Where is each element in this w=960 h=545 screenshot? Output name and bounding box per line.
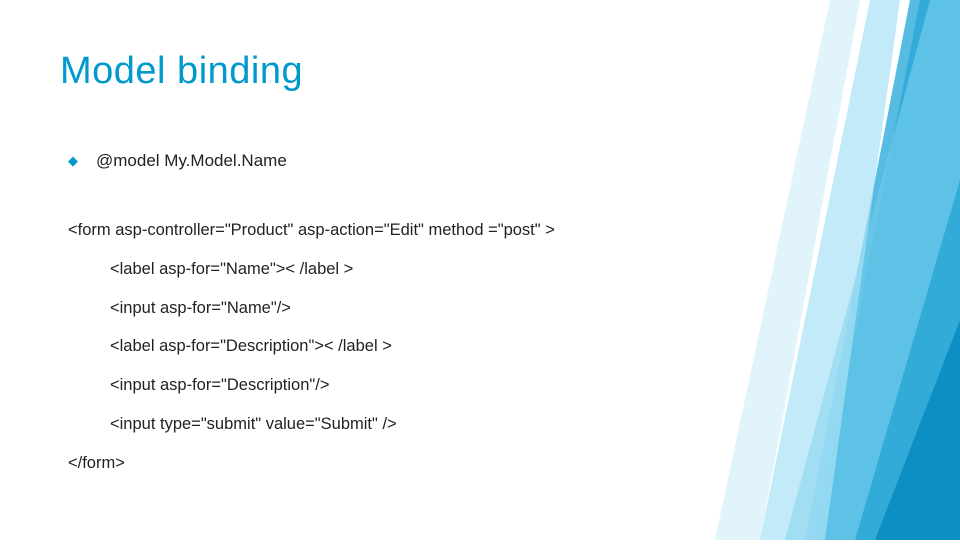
bullet-item: ◆ @model My.Model.Name xyxy=(68,151,900,171)
slide-content: Model binding ◆ @model My.Model.Name <fo… xyxy=(0,0,960,522)
code-line-label-name: <label asp-for="Name">< /label > xyxy=(110,250,900,289)
diamond-bullet-icon: ◆ xyxy=(68,153,78,169)
code-line-form-close: </form> xyxy=(68,444,900,483)
code-block: <form asp-controller="Product" asp-actio… xyxy=(68,211,900,482)
slide-title: Model binding xyxy=(60,50,900,93)
code-line-form-open: <form asp-controller="Product" asp-actio… xyxy=(68,211,900,250)
bullet-text: @model My.Model.Name xyxy=(96,151,287,171)
code-line-input-submit: <input type="submit" value="Submit" /> xyxy=(110,405,900,444)
code-line-input-description: <input asp-for="Description"/> xyxy=(110,366,900,405)
code-line-label-description: <label asp-for="Description">< /label > xyxy=(110,327,900,366)
code-line-input-name: <input asp-for="Name"/> xyxy=(110,289,900,328)
